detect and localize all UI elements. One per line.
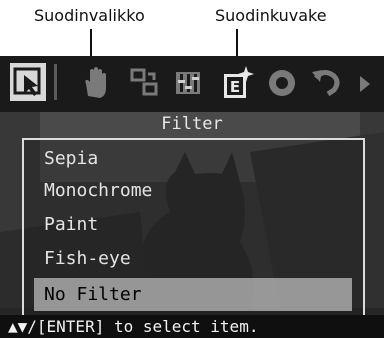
adjust-icon[interactable] xyxy=(168,62,208,102)
filter-icon[interactable]: E xyxy=(216,62,256,102)
menu-item-monochrome[interactable]: Monochrome xyxy=(44,176,152,206)
select-icon[interactable] xyxy=(10,63,46,101)
hint-bar: ▲▼/[ENTER] to select item. xyxy=(0,315,384,338)
toolbar: E xyxy=(0,56,384,112)
callout-filter-menu: Suodinvalikko xyxy=(34,6,145,25)
svg-text:E: E xyxy=(230,78,240,96)
move-icon[interactable] xyxy=(124,62,164,102)
menu-item-sepia[interactable]: Sepia xyxy=(44,144,98,174)
undo-icon[interactable] xyxy=(306,62,346,102)
menu-item-no-filter[interactable]: No Filter xyxy=(34,278,352,311)
callout-filter-icon: Suodinkuvake xyxy=(215,6,327,25)
toolbar-divider xyxy=(54,64,57,100)
menu-item-paint[interactable]: Paint xyxy=(44,210,98,240)
red-eye-icon[interactable] xyxy=(262,62,302,102)
arrow-right-icon[interactable] xyxy=(350,62,380,102)
camera-screen: E Filter Sepia Monochrome Paint Fish-eye… xyxy=(0,56,384,338)
menu-title: Filter xyxy=(161,114,223,134)
filter-menu: Sepia Monochrome Paint Fish-eye No Filte… xyxy=(22,138,365,334)
hand-icon[interactable] xyxy=(76,62,116,102)
menu-item-fish-eye[interactable]: Fish-eye xyxy=(44,244,131,274)
